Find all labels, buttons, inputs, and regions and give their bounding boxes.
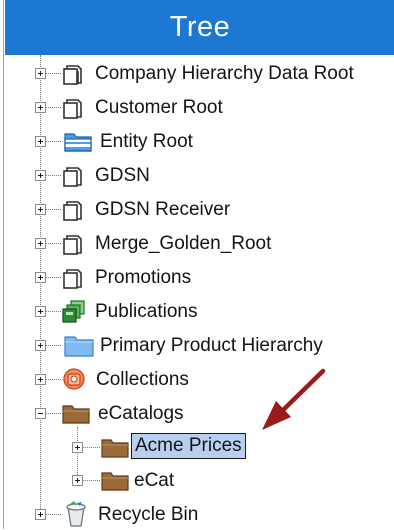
tree-item-promotions[interactable]: Promotions: [4, 261, 394, 293]
collections-icon: [63, 368, 85, 390]
tree-item-collections[interactable]: Collections: [4, 363, 394, 395]
expand-toggle-icon[interactable]: [35, 238, 46, 249]
expand-toggle-icon[interactable]: [35, 102, 46, 113]
tree-item-label: Collections: [96, 369, 189, 390]
tree-item-label: Company Hierarchy Data Root: [95, 63, 354, 84]
tree-item-label: eCatalogs: [98, 403, 184, 424]
tree-item-customer-root[interactable]: Customer Root: [4, 91, 394, 123]
brown-folder-icon: [101, 439, 129, 458]
tree-item-merge-golden-root[interactable]: Merge_Golden_Root: [4, 227, 394, 259]
tree-item-ecatalogs[interactable]: eCatalogs: [4, 397, 394, 429]
tree-item-recycle-bin[interactable]: Recycle Bin: [4, 498, 394, 530]
expand-toggle-icon[interactable]: [72, 475, 83, 486]
expand-toggle-icon[interactable]: [35, 306, 46, 317]
expand-toggle-icon[interactable]: [35, 509, 46, 520]
tree-item-ecat[interactable]: eCat: [4, 464, 394, 496]
generic-node-icon: [63, 201, 82, 221]
recycle-bin-icon: [66, 501, 86, 527]
tree-item-primary-product-hierarchy[interactable]: Primary Product Hierarchy: [4, 329, 394, 361]
tree-item-label: eCat: [134, 470, 175, 491]
tree-item-label: Entity Root: [100, 131, 193, 152]
tree-item-label: Customer Root: [95, 97, 223, 118]
expand-toggle-icon[interactable]: [35, 170, 46, 181]
brown-folder-icon: [62, 405, 90, 424]
tree-item-label: Recycle Bin: [98, 504, 199, 525]
tree-item-gdsn-receiver[interactable]: GDSN Receiver: [4, 193, 394, 225]
tree-item-label: Merge_Golden_Root: [95, 233, 272, 254]
entity-folder-icon: [64, 133, 92, 152]
expand-toggle-icon[interactable]: [35, 136, 46, 147]
generic-node-icon: [63, 65, 82, 85]
tree-item-label: GDSN: [95, 165, 150, 186]
tree-item-label-selected: Acme Prices: [131, 433, 246, 459]
generic-node-icon: [63, 99, 82, 119]
generic-node-icon: [63, 235, 82, 255]
generic-node-icon: [63, 167, 82, 187]
publications-icon: [62, 300, 85, 323]
blue-folder-icon: [64, 336, 94, 357]
tree-item-entity-root[interactable]: Entity Root: [4, 125, 394, 157]
tree-item-company-hierarchy-data-root[interactable]: Company Hierarchy Data Root: [4, 57, 394, 89]
expand-toggle-icon[interactable]: [35, 68, 46, 79]
panel-title: Tree: [5, 0, 394, 55]
expand-toggle-icon[interactable]: [72, 442, 83, 453]
brown-folder-icon: [101, 472, 129, 491]
collapse-toggle-icon[interactable]: [35, 408, 46, 419]
expand-toggle-icon[interactable]: [35, 204, 46, 215]
tree-item-acme-prices[interactable]: Acme Prices: [4, 430, 394, 462]
generic-node-icon: [63, 269, 82, 289]
tree-item-label: Publications: [95, 301, 198, 322]
tree-item-label: GDSN Receiver: [95, 199, 231, 220]
expand-toggle-icon[interactable]: [35, 374, 46, 385]
tree-item-gdsn[interactable]: GDSN: [4, 159, 394, 191]
tree-panel: Tree Company Hierarchy Data Root Custome…: [3, 0, 394, 529]
tree-item-label: Primary Product Hierarchy: [100, 335, 323, 356]
expand-toggle-icon[interactable]: [35, 340, 46, 351]
expand-toggle-icon[interactable]: [35, 272, 46, 283]
tree-item-label: Promotions: [95, 267, 192, 288]
tree-item-publications[interactable]: Publications: [4, 295, 394, 327]
tree-view: Company Hierarchy Data Root Customer Roo…: [4, 55, 394, 529]
